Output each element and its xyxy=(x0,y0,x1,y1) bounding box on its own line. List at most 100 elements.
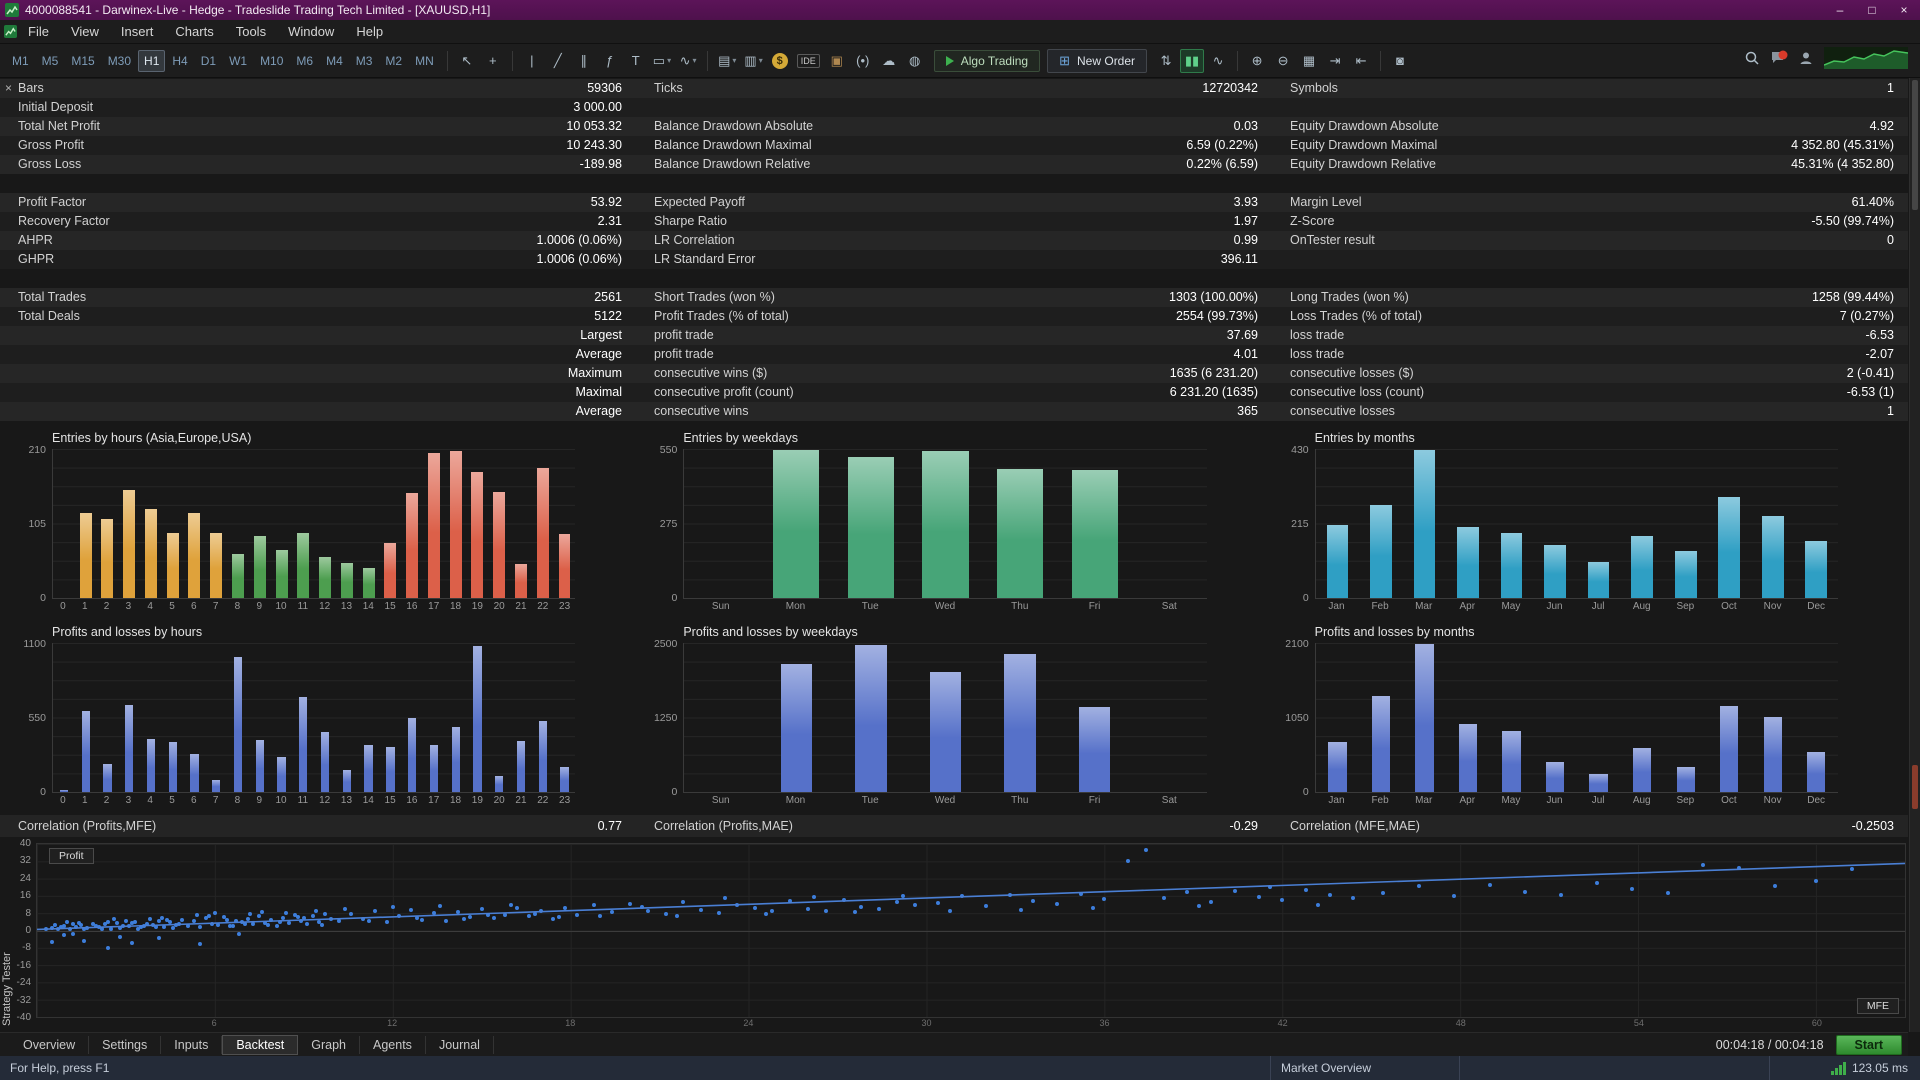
timeframe-w1[interactable]: W1 xyxy=(223,50,253,72)
dock-right-icon[interactable]: ⇥ xyxy=(1323,49,1347,73)
y-tick-label: 215 xyxy=(1291,518,1309,530)
minimize-button[interactable]: – xyxy=(1824,0,1856,20)
toolbar-separator xyxy=(1237,51,1238,71)
cloud-icon[interactable]: ☁ xyxy=(877,49,901,73)
stats-cell: profit trade4.01 xyxy=(636,345,1272,364)
vps-icon[interactable]: ◍ xyxy=(903,49,927,73)
market-dollar-icon[interactable]: $ xyxy=(768,49,792,73)
timeframe-m1[interactable]: M1 xyxy=(6,50,35,72)
menu-insert[interactable]: Insert xyxy=(110,20,165,43)
algo-trading-button[interactable]: Algo Trading xyxy=(934,50,1040,72)
stat-label: loss trade xyxy=(1290,345,1344,364)
screenshot-icon[interactable]: ◙ xyxy=(1388,49,1412,73)
bar xyxy=(297,533,309,598)
stat-value: -2.07 xyxy=(1866,345,1895,364)
indicators-dropdown-icon[interactable]: ∿▾ xyxy=(676,49,700,73)
fibonacci-icon[interactable]: ƒ xyxy=(598,49,622,73)
chart-window-dropdown-icon-glyph: ▤ xyxy=(718,53,730,69)
stat-label: Gross Loss xyxy=(18,155,81,174)
stat-label: Balance Drawdown Absolute xyxy=(654,117,813,136)
dock-left-icon[interactable]: ⇤ xyxy=(1349,49,1373,73)
vertical-scrollbar[interactable] xyxy=(1909,78,1920,1032)
timeframe-m4[interactable]: M4 xyxy=(320,50,349,72)
close-button[interactable]: × xyxy=(1888,0,1920,20)
x-tick-label: 10 xyxy=(270,793,292,809)
menu-window[interactable]: Window xyxy=(277,20,345,43)
timeframe-m6[interactable]: M6 xyxy=(290,50,319,72)
x-tick-label: 2 xyxy=(96,793,118,809)
chart-style-dropdown-icon[interactable]: ▥▾ xyxy=(741,49,765,73)
shapes-dropdown-icon[interactable]: ▭▾ xyxy=(650,49,674,73)
x-tick-label: Oct xyxy=(1707,599,1751,615)
stat-label: consecutive losses ($) xyxy=(1290,364,1414,383)
timeframe-m10[interactable]: M10 xyxy=(254,50,289,72)
tester-tabs: OverviewSettingsInputsBacktestGraphAgent… xyxy=(0,1032,1908,1056)
timeframe-m2[interactable]: M2 xyxy=(379,50,408,72)
timeframe-m30[interactable]: M30 xyxy=(102,50,137,72)
x-tick-label: 11 xyxy=(292,599,314,615)
strategy-tester-icon[interactable]: ▮▮ xyxy=(1180,49,1204,73)
bar xyxy=(1415,644,1433,792)
chart-window-dropdown-icon[interactable]: ▤▾ xyxy=(715,49,739,73)
sort-icon[interactable]: ⇅ xyxy=(1154,49,1178,73)
zoom-out-icon-glyph: ⊖ xyxy=(1278,53,1289,69)
metaeditor-icon[interactable]: IDE xyxy=(794,49,823,73)
strategy-tester-caption[interactable]: Strategy Tester xyxy=(0,946,14,1032)
bar xyxy=(430,745,438,792)
cursor-icon[interactable]: ↖ xyxy=(455,49,479,73)
zoom-out-icon[interactable]: ⊖ xyxy=(1271,49,1295,73)
menu-view[interactable]: View xyxy=(60,20,110,43)
stats-row: Maximumconsecutive wins ($)1635 (6 231.2… xyxy=(0,364,1908,383)
equidistant-channel-icon[interactable]: ∥ xyxy=(572,49,596,73)
tile-windows-icon[interactable]: ▦ xyxy=(1297,49,1321,73)
timeframe-m5[interactable]: M5 xyxy=(36,50,65,72)
timeframe-m15[interactable]: M15 xyxy=(65,50,100,72)
correlation-label: Correlation (Profits,MFE) xyxy=(18,815,156,837)
zoom-in-icon[interactable]: ⊕ xyxy=(1245,49,1269,73)
tab-graph[interactable]: Graph xyxy=(298,1036,360,1054)
bar xyxy=(493,492,505,598)
timeframe-d1[interactable]: D1 xyxy=(195,50,222,72)
close-panel-icon[interactable]: × xyxy=(5,81,12,95)
tab-agents[interactable]: Agents xyxy=(360,1036,426,1054)
stat-value: 5122 xyxy=(594,307,622,326)
timeframe-m3[interactable]: M3 xyxy=(350,50,379,72)
tab-backtest[interactable]: Backtest xyxy=(222,1035,298,1055)
notifications-icon[interactable] xyxy=(1770,50,1788,71)
menu-help[interactable]: Help xyxy=(345,20,394,43)
timeframe-h1[interactable]: H1 xyxy=(138,50,165,72)
timeframe-mn[interactable]: MN xyxy=(409,50,440,72)
maximize-button[interactable]: □ xyxy=(1856,0,1888,20)
timeframe-h4[interactable]: H4 xyxy=(166,50,193,72)
connection-status[interactable]: 123.05 ms xyxy=(1770,1061,1920,1075)
vertical-line-icon[interactable]: | xyxy=(520,49,544,73)
text-label-icon[interactable]: T xyxy=(624,49,648,73)
search-icon[interactable] xyxy=(1744,50,1760,71)
new-order-button[interactable]: ⊞ New Order xyxy=(1047,49,1147,73)
bar xyxy=(147,739,155,792)
stat-value: 10 053.32 xyxy=(566,117,622,136)
stats-cell: Balance Drawdown Absolute0.03 xyxy=(636,117,1272,136)
tab-inputs[interactable]: Inputs xyxy=(161,1036,222,1054)
marketplace-icon[interactable]: ▣ xyxy=(825,49,849,73)
stats-cell: Gross Loss-189.98 xyxy=(0,155,636,174)
menu-tools[interactable]: Tools xyxy=(225,20,277,43)
menu-file[interactable]: File xyxy=(17,20,60,43)
start-button[interactable]: Start xyxy=(1836,1035,1902,1055)
signals-icon[interactable]: (•) xyxy=(851,49,875,73)
market-overview-selector[interactable]: Market Overview xyxy=(1270,1056,1460,1080)
crosshair-icon[interactable]: + xyxy=(481,49,505,73)
tab-journal[interactable]: Journal xyxy=(426,1036,494,1054)
tab-settings[interactable]: Settings xyxy=(89,1036,161,1054)
x-tick-label: 2 xyxy=(96,599,118,615)
menu-charts[interactable]: Charts xyxy=(164,20,224,43)
tab-overview[interactable]: Overview xyxy=(10,1036,89,1054)
trendline-icon[interactable]: ╱ xyxy=(546,49,570,73)
mini-chart-preview[interactable] xyxy=(1824,47,1908,74)
stat-label: consecutive wins xyxy=(654,402,749,421)
bar xyxy=(428,453,440,598)
community-icon[interactable] xyxy=(1798,50,1814,71)
stat-label: Long Trades (won %) xyxy=(1290,288,1409,307)
equity-curve-icon[interactable]: ∿ xyxy=(1206,49,1230,73)
scrollbar-thumb[interactable] xyxy=(1912,80,1918,210)
